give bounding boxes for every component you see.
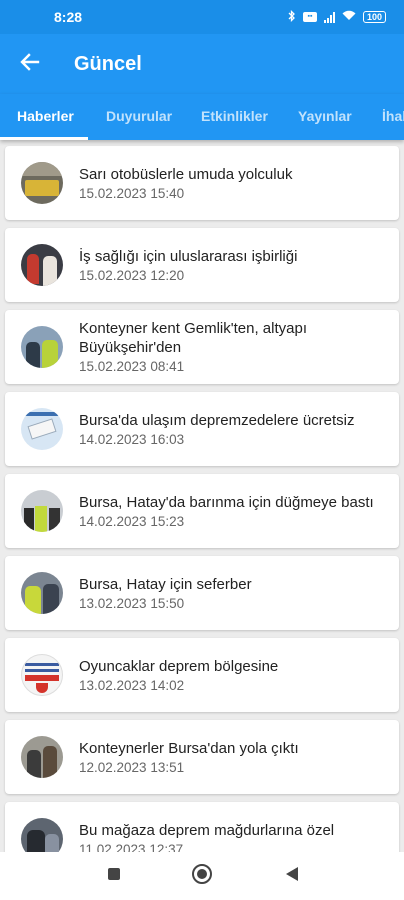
battery-icon: 100 xyxy=(362,11,386,23)
list-item[interactable]: Konteynerler Bursa'dan yola çıktı 12.02.… xyxy=(5,720,399,794)
news-thumbnail xyxy=(21,408,63,450)
news-thumbnail xyxy=(21,818,63,852)
news-date: 15.02.2023 08:41 xyxy=(79,359,185,374)
status-bar: 8:28 ▪▪ 100 xyxy=(0,0,404,34)
news-thumbnail xyxy=(21,736,63,778)
news-date: 12.02.2023 13:51 xyxy=(79,759,185,775)
status-time: 8:28 xyxy=(54,9,83,25)
list-item[interactable]: Bursa, Hatay için seferber 13.02.2023 15… xyxy=(5,556,399,630)
news-thumbnail xyxy=(21,244,63,286)
circle-icon xyxy=(191,863,213,890)
wifi-icon xyxy=(342,10,356,24)
list-item[interactable]: Oyuncaklar deprem bölgesine 13.02.2023 1… xyxy=(5,638,399,712)
tab-duyurular[interactable]: Duyurular xyxy=(106,94,172,140)
news-title: Bu mağaza deprem mağdurlarına özel xyxy=(79,821,335,839)
list-item[interactable]: Konteyner kent Gemlik'ten, altyapı Büyük… xyxy=(5,310,399,384)
news-title: Konteynerler Bursa'dan yola çıktı xyxy=(79,739,299,757)
list-item[interactable]: Bu mağaza deprem mağdurlarına özel 11.02… xyxy=(5,802,399,852)
news-title: Konteyner kent Gemlik'ten, altyapı Büyük… xyxy=(79,320,307,356)
news-thumbnail xyxy=(21,490,63,532)
back-button[interactable] xyxy=(0,34,60,94)
app-bar: Güncel xyxy=(0,34,404,94)
signal-icon xyxy=(323,11,335,23)
news-title: Sarı otobüslerle umuda yolculuk xyxy=(79,165,293,183)
news-list[interactable]: Sarı otobüslerle umuda yolculuk 15.02.20… xyxy=(0,140,404,852)
tab-etkinlikler[interactable]: Etkinlikler xyxy=(201,94,268,140)
recent-apps-button[interactable] xyxy=(102,864,126,888)
volte-icon: ▪▪ xyxy=(302,12,317,22)
bluetooth-icon xyxy=(288,9,296,25)
news-date: 13.02.2023 14:02 xyxy=(79,677,185,693)
news-title: Oyuncaklar deprem bölgesine xyxy=(79,657,279,675)
news-title: İş sağlığı için uluslararası işbirliği xyxy=(79,247,298,265)
news-thumbnail xyxy=(21,326,63,368)
back-nav-button[interactable] xyxy=(280,864,304,888)
news-thumbnail xyxy=(21,654,63,696)
list-item[interactable]: Sarı otobüslerle umuda yolculuk 15.02.20… xyxy=(5,146,399,220)
list-item[interactable]: Bursa, Hatay'da barınma için düğmeye bas… xyxy=(5,474,399,548)
news-date: 13.02.2023 15:50 xyxy=(79,595,185,611)
page-title: Güncel xyxy=(74,52,142,75)
tab-haberler[interactable]: Haberler xyxy=(17,94,74,140)
home-button[interactable] xyxy=(190,863,214,890)
list-item[interactable]: Bursa'da ulaşım depremzedelere ücretsiz … xyxy=(5,392,399,466)
status-icons: ▪▪ 100 xyxy=(288,9,386,25)
tab-yayinlar[interactable]: Yayınlar xyxy=(298,94,352,140)
tab-bar: Haberler Duyurular Etkinlikler Yayınlar … xyxy=(0,94,404,140)
square-icon xyxy=(107,867,121,886)
news-date: 15.02.2023 15:40 xyxy=(79,185,185,201)
news-date: 11.02.2023 12:37 xyxy=(79,841,184,853)
system-nav-bar xyxy=(0,852,404,900)
news-date: 14.02.2023 15:23 xyxy=(79,513,185,529)
tab-ihaleler[interactable]: İhaleler xyxy=(382,94,404,140)
news-date: 14.02.2023 16:03 xyxy=(79,431,185,447)
triangle-back-icon xyxy=(285,866,299,887)
news-title: Bursa, Hatay için seferber xyxy=(79,575,252,593)
news-title: Bursa, Hatay'da barınma için düğmeye bas… xyxy=(79,493,374,511)
news-thumbnail xyxy=(21,572,63,614)
news-thumbnail xyxy=(21,162,63,204)
news-date: 15.02.2023 12:20 xyxy=(79,267,185,283)
arrow-left-icon xyxy=(20,52,40,77)
tab-indicator xyxy=(0,137,88,140)
list-item[interactable]: İş sağlığı için uluslararası işbirliği 1… xyxy=(5,228,399,302)
news-title: Bursa'da ulaşım depremzedelere ücretsiz xyxy=(79,411,355,429)
